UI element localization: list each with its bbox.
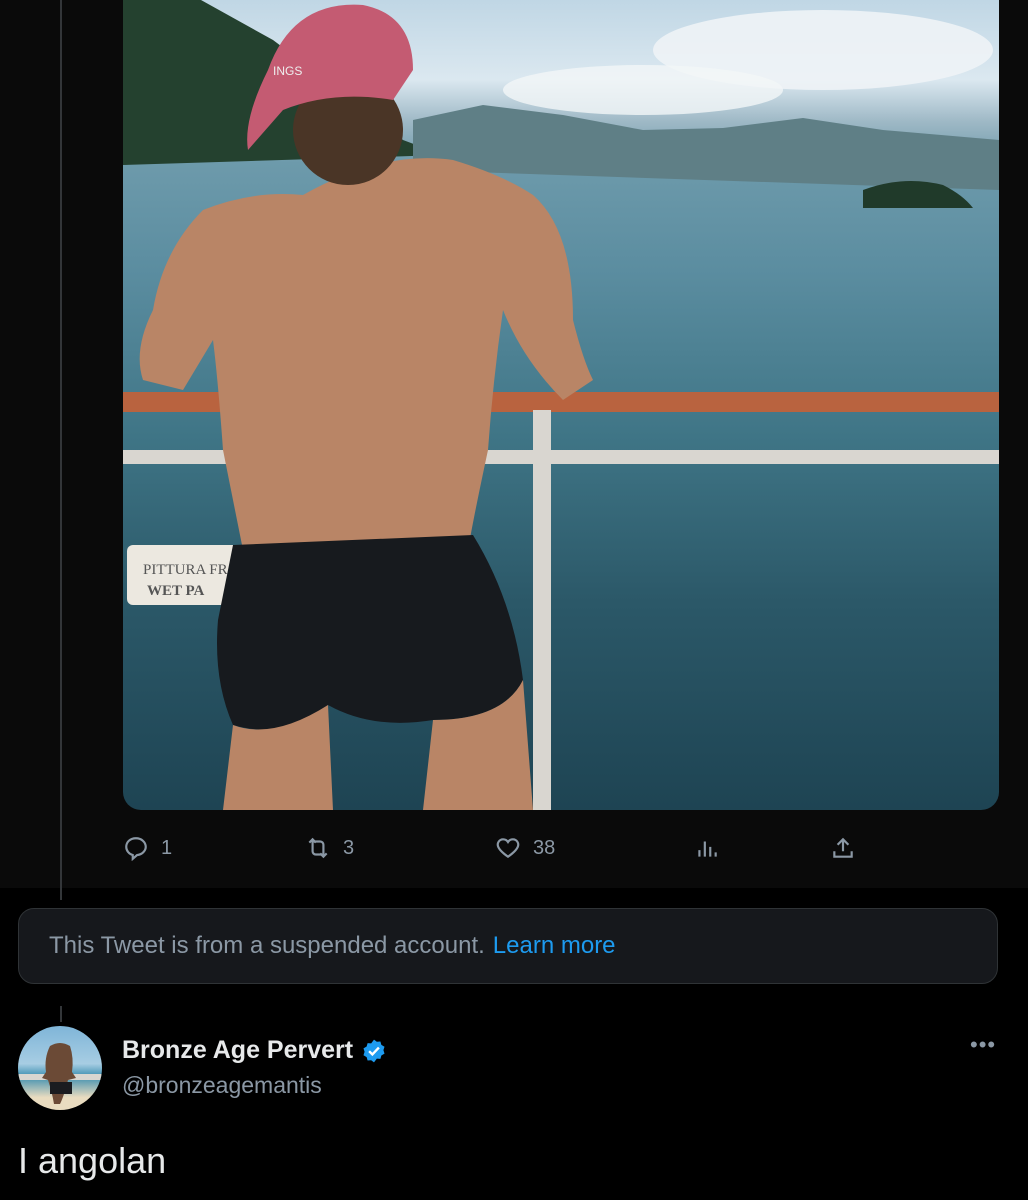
svg-text:PITTURA FR: PITTURA FR [143, 562, 228, 578]
thread-line [60, 0, 62, 900]
retweet-count: 3 [343, 836, 355, 859]
retweet-button[interactable]: 3 [305, 835, 354, 861]
author-line: Bronze Age Pervert [122, 1036, 387, 1065]
svg-text:INGS: INGS [273, 64, 302, 78]
share-button[interactable] [830, 835, 856, 861]
heart-icon [496, 838, 520, 858]
learn-more-link[interactable]: Learn more [493, 932, 616, 960]
avatar[interactable] [18, 1026, 102, 1110]
reply-tweet-text: I angolan [18, 1140, 167, 1181]
author-name[interactable]: Bronze Age Pervert [122, 1036, 353, 1065]
suspended-account-notice: This Tweet is from a suspended account. … [18, 908, 998, 984]
reply-icon [125, 837, 147, 861]
suspended-text: This Tweet is from a suspended account. [49, 932, 485, 959]
retweet-icon [308, 837, 328, 859]
thread-line-stub [60, 1006, 62, 1022]
verified-badge-icon [363, 1039, 385, 1062]
like-button[interactable]: 38 [495, 835, 555, 861]
reply-count: 1 [161, 836, 173, 859]
share-icon [833, 837, 853, 858]
reply-button[interactable]: 1 [123, 835, 172, 861]
tweet-photo[interactable]: PITTURA FR WET PA INGS [123, 0, 999, 810]
photo-illustration: PITTURA FR WET PA INGS [123, 0, 999, 810]
author-handle[interactable]: @bronzeagemantis [122, 1072, 322, 1099]
svg-text:WET PA: WET PA [147, 583, 205, 599]
more-options-icon[interactable]: ••• [970, 1032, 996, 1058]
like-count: 38 [533, 836, 556, 859]
top-tweet: PITTURA FR WET PA INGS 1 3 38 [0, 0, 1028, 900]
analytics-icon [698, 841, 717, 857]
tweet-thread-page: PITTURA FR WET PA INGS 1 3 38 This Tweet… [0, 0, 1028, 1200]
tweet-actions: 1 3 38 [0, 835, 1028, 869]
avatar-image [18, 1043, 102, 1104]
views-button[interactable] [694, 835, 720, 861]
